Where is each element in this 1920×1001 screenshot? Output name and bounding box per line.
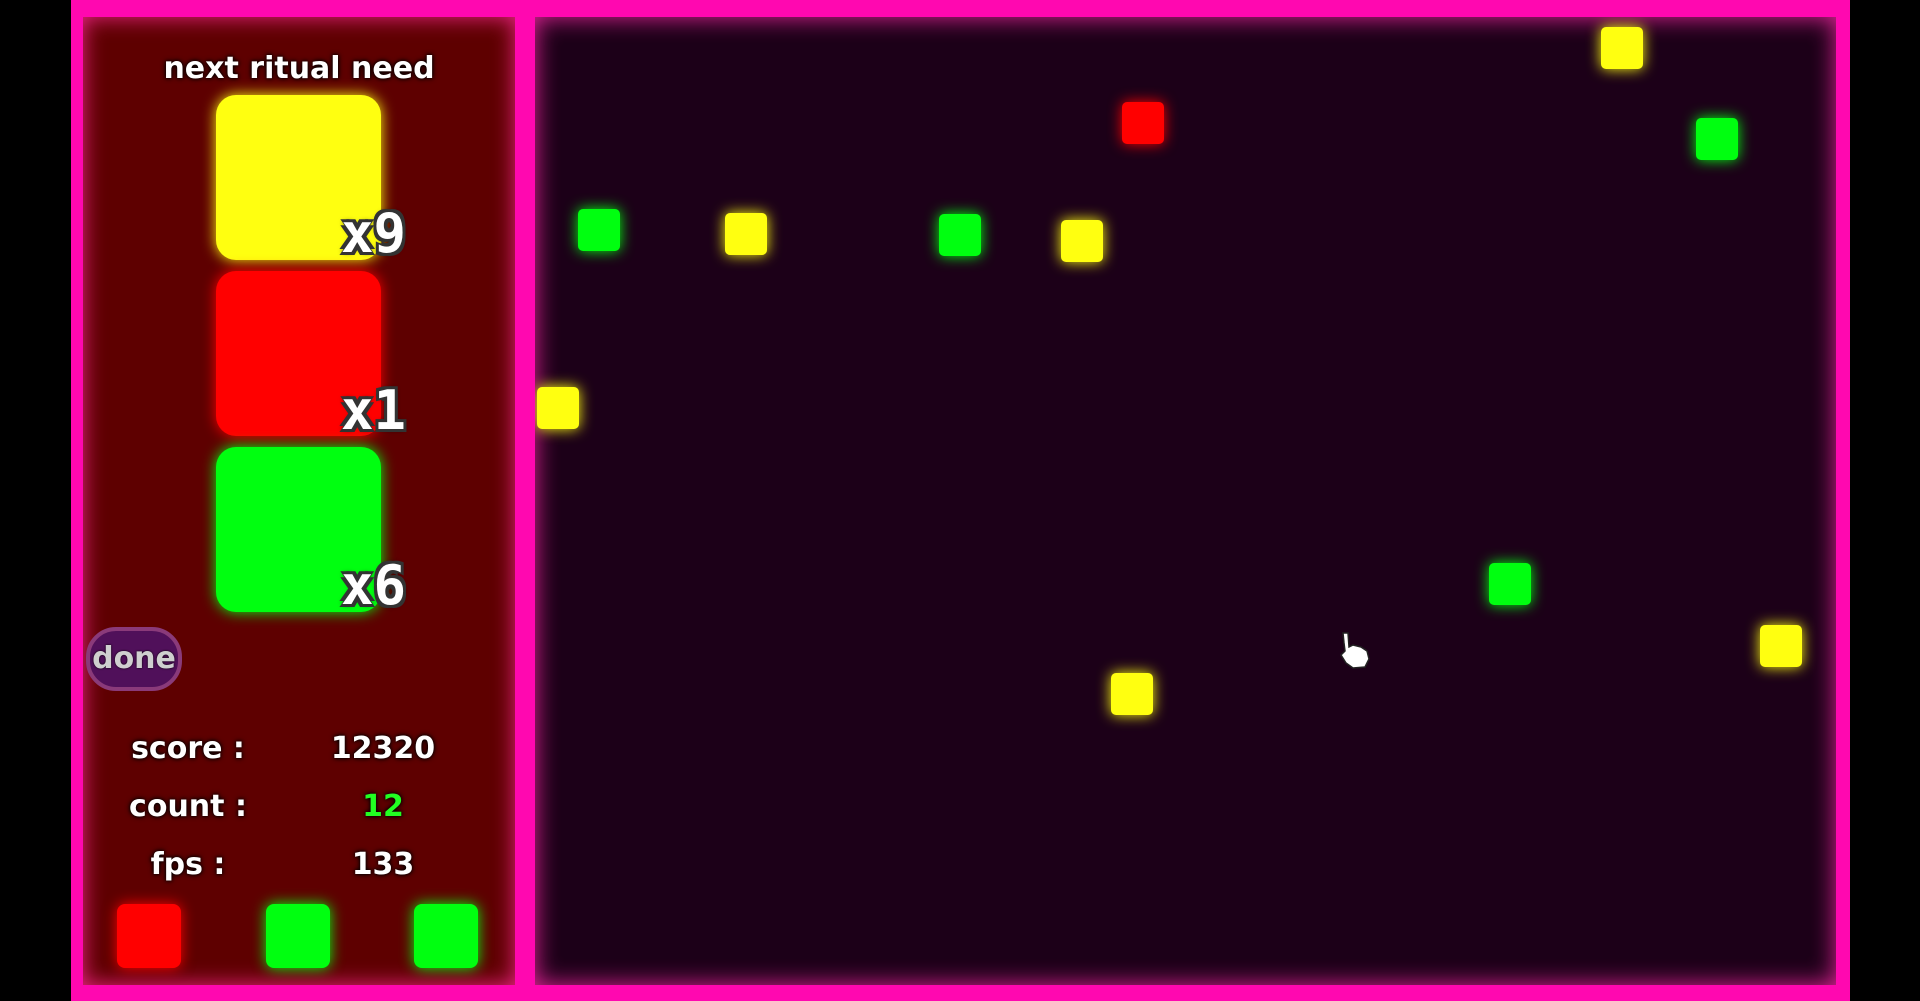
inventory-slot-1 [117,904,181,968]
score-value: 12320 [330,731,436,766]
falling-piece[interactable] [939,214,981,256]
falling-piece[interactable] [578,209,620,251]
fps-value: 133 [351,847,415,882]
falling-piece[interactable] [1696,118,1738,160]
falling-piece[interactable] [725,213,767,255]
falling-piece[interactable] [1489,563,1531,605]
score-label: score : [131,731,245,766]
falling-piece[interactable] [1122,102,1164,144]
falling-piece[interactable] [1601,27,1643,69]
falling-piece[interactable] [1061,220,1103,262]
need-count-yellow: x9 [341,202,407,265]
ritual-heading: next ritual need [163,51,435,86]
ritual-sidebar: next ritual need x9 x1 x6 done score : 1… [83,17,515,985]
inventory-slot-3 [414,904,478,968]
falling-piece[interactable] [1760,625,1802,667]
playfield[interactable] [535,17,1836,985]
count-value: 12 [362,789,404,824]
done-button[interactable]: done [86,627,182,691]
falling-piece[interactable] [1111,673,1153,715]
count-label: count : [129,789,247,824]
need-count-green: x6 [341,554,407,617]
hand-pointer-icon [1340,632,1370,669]
need-count-red: x1 [341,379,407,442]
falling-piece[interactable] [537,387,579,429]
inventory-slot-2 [266,904,330,968]
fps-label: fps : [150,847,226,882]
